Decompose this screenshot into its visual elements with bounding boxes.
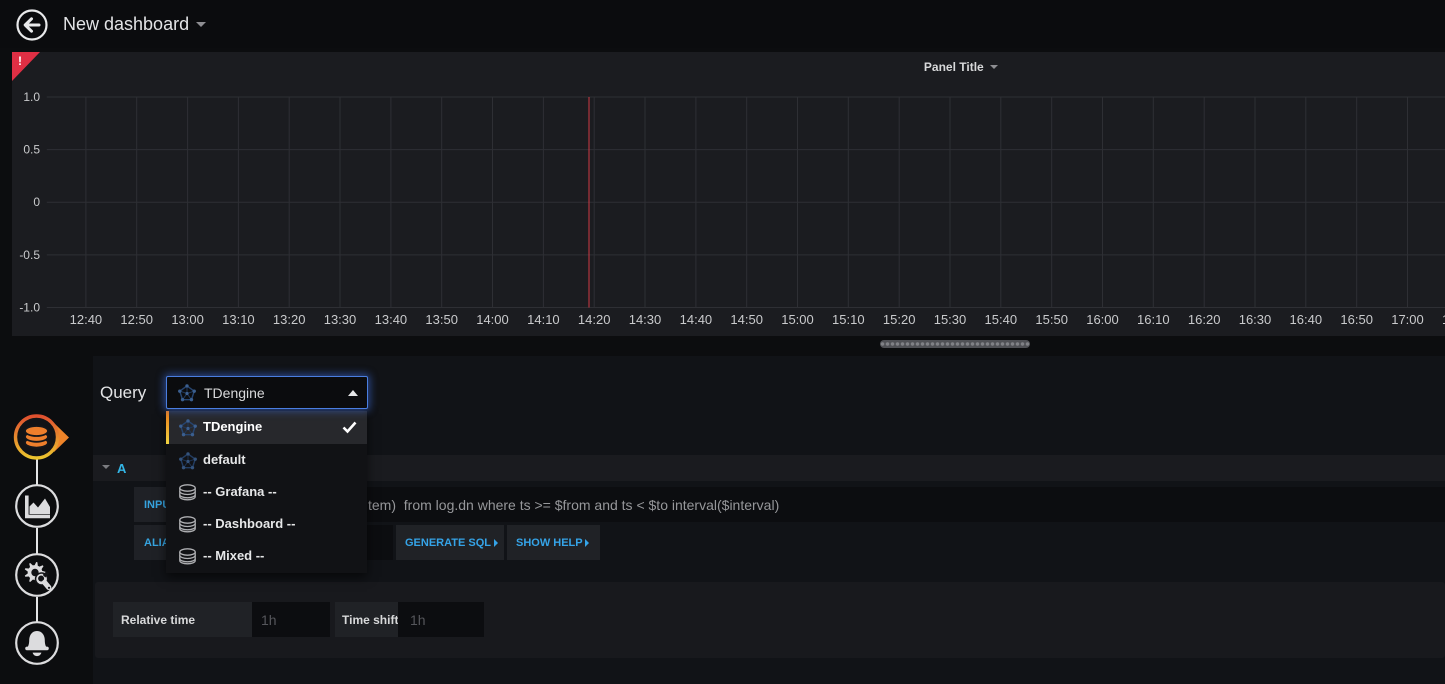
svg-text:15:50: 15:50 [1035, 312, 1068, 327]
svg-text:17:00: 17:00 [1391, 312, 1424, 327]
svg-text:16:50: 16:50 [1340, 312, 1373, 327]
svg-text:1.0: 1.0 [23, 90, 40, 104]
svg-text:16:10: 16:10 [1137, 312, 1170, 327]
svg-text:16:40: 16:40 [1290, 312, 1323, 327]
svg-text:13:40: 13:40 [375, 312, 408, 327]
svg-text:13:20: 13:20 [273, 312, 306, 327]
svg-text:12:50: 12:50 [120, 312, 153, 327]
svg-text:13:10: 13:10 [222, 312, 255, 327]
svg-text:13:50: 13:50 [425, 312, 458, 327]
svg-text:16:20: 16:20 [1188, 312, 1221, 327]
svg-text:14:50: 14:50 [730, 312, 763, 327]
svg-text:15:10: 15:10 [832, 312, 865, 327]
svg-text:13:00: 13:00 [171, 312, 204, 327]
svg-text:15:20: 15:20 [883, 312, 916, 327]
svg-text:14:00: 14:00 [476, 312, 509, 327]
svg-text:14:10: 14:10 [527, 312, 560, 327]
svg-text:14:20: 14:20 [578, 312, 611, 327]
svg-text:0: 0 [33, 195, 40, 209]
svg-text:14:40: 14:40 [680, 312, 713, 327]
svg-text:15:30: 15:30 [934, 312, 967, 327]
svg-text:16:30: 16:30 [1239, 312, 1272, 327]
svg-text:16:00: 16:00 [1086, 312, 1119, 327]
svg-text:12:40: 12:40 [70, 312, 103, 327]
svg-text:-1.0: -1.0 [19, 301, 40, 315]
svg-text:13:30: 13:30 [324, 312, 357, 327]
svg-text:-0.5: -0.5 [19, 248, 40, 262]
svg-text:0.5: 0.5 [23, 143, 40, 157]
svg-text:15:40: 15:40 [985, 312, 1018, 327]
svg-text:15:00: 15:00 [781, 312, 814, 327]
svg-text:14:30: 14:30 [629, 312, 662, 327]
